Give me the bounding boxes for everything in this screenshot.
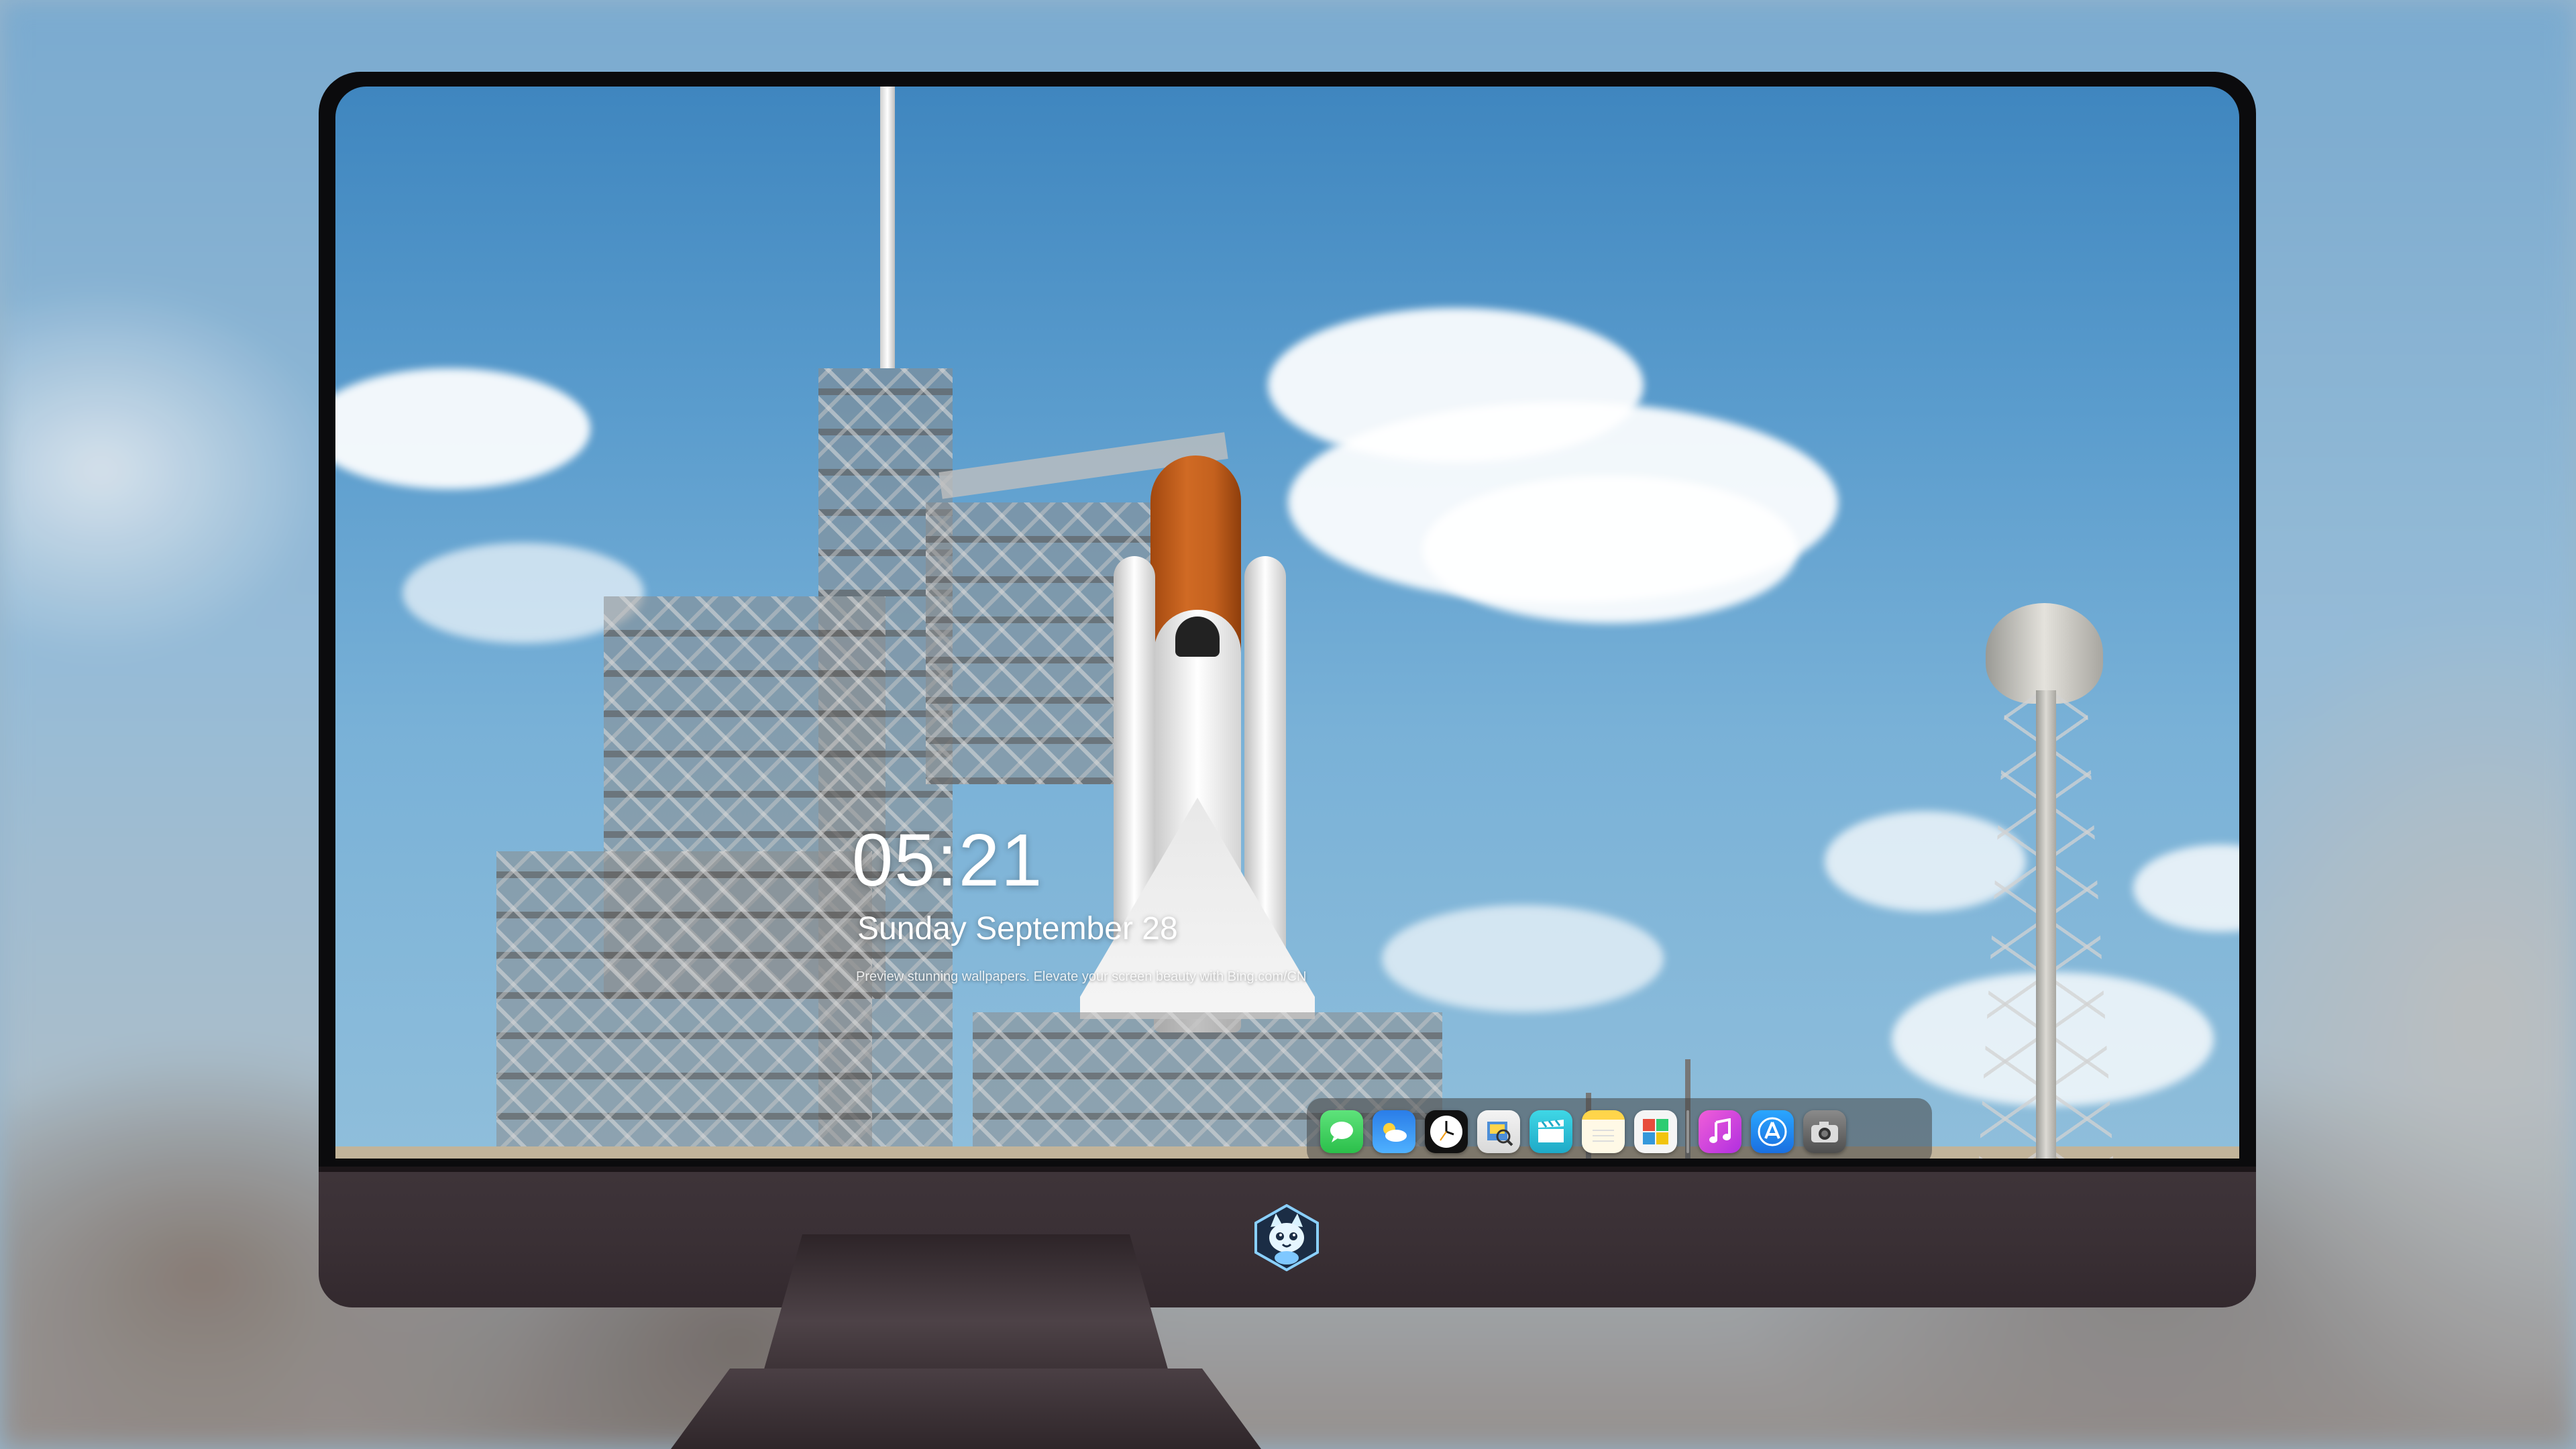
- water-tower-tank: [1986, 603, 2103, 704]
- lock-screen-date: Sunday September 28: [857, 911, 1178, 947]
- cloud: [1382, 905, 1664, 1012]
- cloud: [1422, 476, 1798, 623]
- launch-tower-lower: [496, 851, 872, 1159]
- monitor: 05:21 Sunday September 28 Preview stunni…: [319, 72, 2256, 1307]
- monitor-chin: [319, 1167, 2256, 1307]
- clips-icon[interactable]: [1529, 1110, 1572, 1153]
- clock-icon[interactable]: [1425, 1110, 1468, 1153]
- cloud: [2133, 845, 2239, 932]
- cloud: [335, 368, 590, 489]
- dock: [1307, 1098, 1932, 1159]
- photo-booth-icon[interactable]: [1634, 1110, 1677, 1153]
- monitor-stand-base: [671, 1368, 1261, 1449]
- weather-icon[interactable]: [1373, 1110, 1415, 1153]
- water-tower-column: [2036, 690, 2056, 1159]
- music-icon[interactable]: [1699, 1110, 1741, 1153]
- lock-screen-time: 05:21: [852, 819, 1044, 902]
- ground: [335, 1146, 2239, 1159]
- wallpaper-tagline[interactable]: Preview stunning wallpapers. Elevate you…: [856, 969, 1306, 985]
- launch-tower-mast: [880, 87, 895, 368]
- camera-icon[interactable]: [1803, 1110, 1846, 1153]
- lock-screen[interactable]: 05:21 Sunday September 28 Preview stunni…: [335, 87, 2239, 1159]
- orbiter-nose: [1175, 616, 1220, 657]
- messages-icon[interactable]: [1320, 1110, 1363, 1153]
- preview-icon[interactable]: [1477, 1110, 1520, 1153]
- app-store-icon[interactable]: [1751, 1110, 1794, 1153]
- cat-mascot-logo: [1253, 1203, 1320, 1272]
- notes-icon[interactable]: [1582, 1110, 1625, 1153]
- monitor-stand-neck: [761, 1234, 1171, 1379]
- dock-separator: [1686, 1110, 1689, 1153]
